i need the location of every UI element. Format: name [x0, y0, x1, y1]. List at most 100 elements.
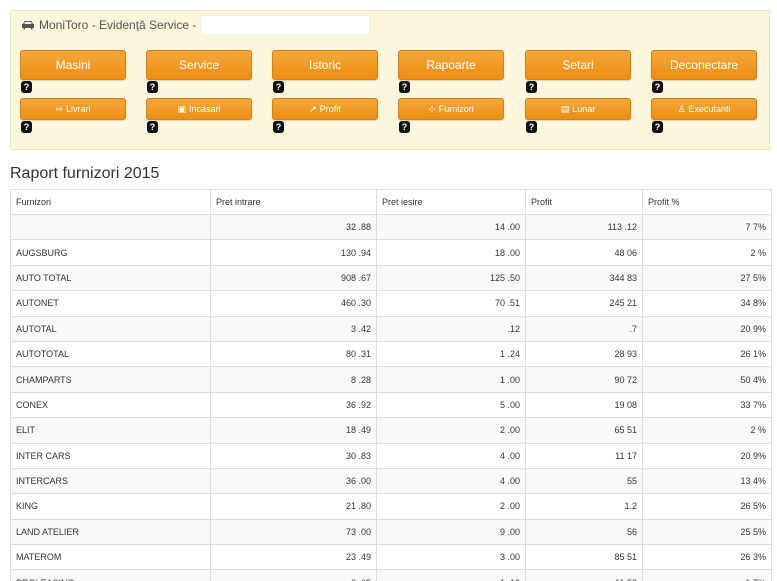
table-cell: 23 .49 — [210, 544, 377, 571]
help-icon[interactable]: ? — [526, 81, 537, 93]
table-cell: 26 5% — [642, 493, 772, 520]
table-cell: .7 — [525, 315, 643, 342]
table-cell: 9 .00 — [376, 518, 526, 546]
istoric-button[interactable]: Istoric — [272, 50, 378, 80]
table-cell: 3 .42 — [210, 315, 377, 342]
column-header-profit[interactable]: Profit — [525, 189, 643, 215]
table-cell: 5 .00 — [376, 391, 526, 419]
table-row: PROLEASING6 .651 .1011 521 7% — [10, 569, 772, 581]
table-cell: 48 06 — [525, 239, 643, 266]
table-cell: LAND ATELIER — [10, 518, 211, 546]
export-icon: ⇨ — [55, 104, 64, 114]
table-cell: 4 .00 — [376, 442, 526, 469]
table-cell: 19 08 — [525, 391, 643, 419]
table-cell: 73 .00 — [210, 518, 377, 546]
table-cell: 34 8% — [642, 290, 772, 317]
table-cell: 27 5% — [642, 264, 772, 292]
table-cell: 90 72 — [525, 366, 643, 393]
table-cell: 7 7% — [642, 213, 772, 241]
help-icon[interactable]: ? — [273, 121, 284, 133]
help-icon[interactable]: ? — [147, 81, 158, 93]
table-cell: 33 7% — [642, 391, 772, 419]
table-cell: 20 9% — [642, 315, 772, 342]
table-cell: 2 .00 — [376, 417, 526, 444]
lunar-button[interactable]: ▤ Lunar — [525, 98, 631, 120]
table-cell: 18 .00 — [376, 239, 526, 266]
table-cell: 30 .83 — [210, 442, 377, 469]
table-cell: 20 9% — [642, 442, 772, 469]
column-header-furnizori[interactable]: Furnizori — [10, 189, 211, 215]
table-cell: 13 4% — [642, 467, 772, 495]
help-icon[interactable]: ? — [21, 81, 32, 93]
table-cell: 3 .00 — [376, 544, 526, 571]
table-row: AUTO TOTAL 908 .67 125 .50 344 83 27 5% — [10, 264, 772, 292]
table-cell: PROLEASING — [10, 569, 211, 581]
column-header-pret-intrare[interactable]: Pret intrare — [210, 189, 377, 215]
help-icon[interactable]: ? — [526, 121, 537, 133]
table-cell: 245 21 — [525, 290, 643, 317]
table-row: KING 21 .80 2 .00 1.2 26 5% — [10, 493, 772, 520]
table-cell: .12 — [376, 315, 526, 342]
incasari-label: Incasari — [189, 104, 221, 114]
table-cell: AUTOTAL — [10, 315, 211, 342]
masini-button[interactable]: Masini — [20, 50, 126, 80]
table-cell: KING — [10, 493, 211, 520]
table-cell: 8 .28 — [210, 366, 377, 393]
app-header: MoniToro - Evidență Service - — [10, 10, 770, 38]
table-row: AUTOTAL 3 .42.12.7 20 9% — [10, 315, 772, 342]
table-cell: MATEROM — [10, 544, 211, 571]
table-cell: 25 5% — [642, 518, 772, 546]
help-icon[interactable]: ? — [399, 121, 410, 133]
table-row: LAND ATELIER 73 .00 9 .00 56 25 5% — [10, 518, 772, 546]
table-row: AUTOTOTAL 80 .31 1 .24 28 93 26 1% — [10, 340, 772, 368]
table-cell: 1 .24 — [376, 340, 526, 368]
table-cell: CHAMPARTS — [10, 366, 211, 393]
help-icon[interactable]: ? — [652, 81, 663, 93]
table-cell: AUTO TOTAL — [10, 264, 211, 292]
table-row: CONEX 36 .92 5 .00 19 08 33 7% — [10, 391, 772, 419]
table-cell: 125 .50 — [376, 264, 526, 292]
table-cell: 1 7% — [642, 569, 772, 581]
user-icon: ♙ — [677, 104, 686, 114]
executanti-button[interactable]: ♙ Executanti — [651, 98, 757, 120]
table-row: AUGSBURG 130 .94 18 .00 48 06 2 % — [10, 239, 772, 266]
help-icon[interactable]: ? — [399, 81, 410, 93]
table-cell: 2 .00 — [376, 493, 526, 520]
table-header-row: Furnizori Pret intrare Pret iesire Profi… — [10, 189, 772, 215]
help-icon[interactable]: ? — [273, 81, 284, 93]
table-row: INTER CARS 30 .83 4 .00 11 17 20 9% — [10, 442, 772, 469]
table-cell: 26 1% — [642, 340, 772, 368]
setari-button[interactable]: Setari — [525, 50, 631, 80]
service-button[interactable]: Service — [146, 50, 252, 80]
column-header-profit-percent[interactable]: Profit % — [642, 189, 772, 215]
incasari-button[interactable]: ▣ Incasari — [146, 98, 252, 120]
table-cell: 36 .00 — [210, 467, 377, 495]
table-cell: 18 .49 — [210, 417, 377, 444]
table-cell: 11 17 — [525, 442, 643, 469]
profit-button[interactable]: ↗ Profit — [272, 98, 378, 120]
table-cell: 26 3% — [642, 544, 772, 571]
rapoarte-button[interactable]: Rapoarte — [398, 50, 504, 80]
table-cell: AUTOTOTAL — [10, 340, 211, 368]
table-cell: 21 .80 — [210, 493, 377, 520]
deconectare-button[interactable]: Deconectare — [651, 50, 757, 80]
table-row: 32 .88 14 .00 113 .12 7 7% — [10, 213, 772, 241]
help-icon[interactable]: ? — [147, 121, 158, 133]
table-row: INTERCARS 36 .00 4 .00 55 13 4% — [10, 467, 772, 495]
table-cell: 28 93 — [525, 340, 643, 368]
table-cell: 14 .00 — [376, 213, 526, 241]
livrari-button[interactable]: ⇨ Livrari — [20, 98, 126, 120]
table-row: MATEROM 23 .49 3 .00 85 51 26 3% — [10, 544, 772, 571]
service-name-field — [200, 14, 371, 35]
table-cell: 1 .00 — [376, 366, 526, 393]
calendar-icon: ▤ — [560, 104, 570, 114]
table-cell: 113 .12 — [525, 213, 643, 241]
help-icon[interactable]: ? — [21, 121, 32, 133]
furnizori-button[interactable]: ⊹ Furnizori — [398, 98, 504, 120]
sitemap-icon: ⊹ — [428, 104, 436, 114]
table-cell: 55 — [525, 467, 643, 495]
livrari-label: Livrari — [66, 104, 91, 114]
help-icon[interactable]: ? — [652, 121, 663, 133]
column-header-pret-iesire[interactable]: Pret iesire — [376, 189, 526, 215]
table-cell: 6 .65 — [210, 569, 377, 581]
